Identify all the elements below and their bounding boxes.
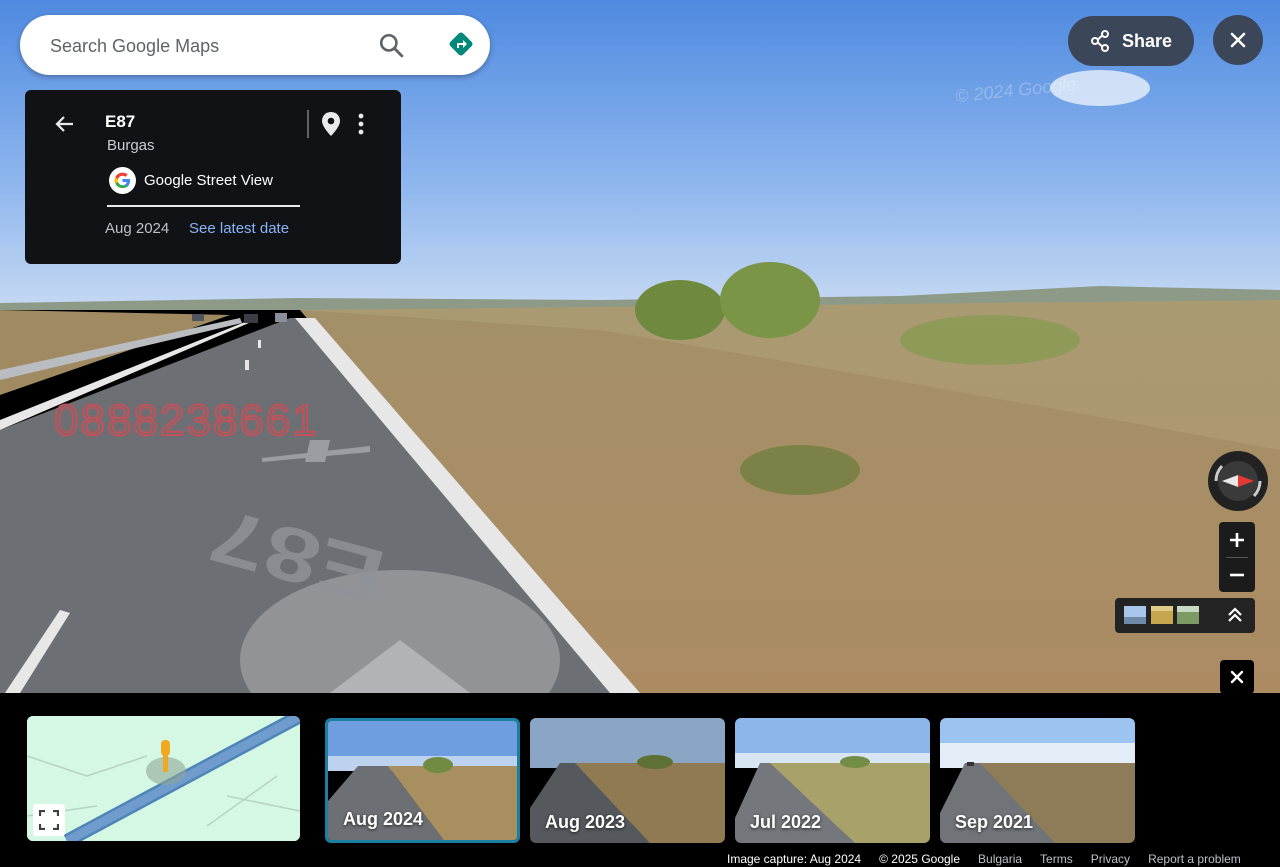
chevron-up-icon: [1228, 607, 1242, 622]
directions-icon[interactable]: [446, 29, 476, 59]
show-timeline-toggle[interactable]: [1115, 598, 1255, 633]
share-icon: [1090, 30, 1109, 52]
search-input[interactable]: [48, 29, 372, 63]
mini-map[interactable]: [27, 716, 300, 841]
see-latest-date-link[interactable]: See latest date: [189, 220, 289, 237]
country-link[interactable]: Bulgaria: [978, 852, 1022, 866]
share-button[interactable]: Share: [1068, 16, 1194, 66]
timeline-thumb-aug-2024[interactable]: Aug 2024: [325, 718, 520, 843]
location-info-card: E87 Burgas Google Street View Aug 2024 S…: [25, 90, 401, 264]
timeline-thumb-label: Aug 2023: [545, 812, 626, 832]
compass-icon: [1214, 461, 1262, 501]
zoom-controls: [1219, 522, 1255, 592]
report-problem-link[interactable]: Report a problem: [1148, 852, 1241, 866]
privacy-link[interactable]: Privacy: [1091, 852, 1130, 866]
zoom-out-button[interactable]: [1219, 557, 1255, 592]
terms-link[interactable]: Terms: [1040, 852, 1073, 866]
back-arrow-icon[interactable]: [53, 112, 77, 136]
timeline-thumb-aug-2023[interactable]: Aug 2023: [530, 718, 725, 843]
minus-icon: [1230, 573, 1244, 576]
timeline-thumb-label: Sep 2021: [955, 812, 1034, 832]
imagery-source: Google Street View: [109, 166, 273, 194]
imagery-source-label: Google Street View: [144, 171, 273, 189]
thumbnail-preview-1: [1124, 606, 1146, 624]
card-divider: [307, 110, 309, 138]
image-capture-date: Image capture: Aug 2024: [727, 852, 862, 866]
compass-control[interactable]: [1208, 451, 1268, 511]
location-title: E87: [105, 112, 136, 131]
timeline-thumb-label: Jul 2022: [750, 812, 822, 832]
plus-icon: [1230, 532, 1244, 547]
close-icon: [1230, 670, 1244, 684]
timeline-thumb-label: Aug 2024: [343, 809, 424, 829]
location-subtitle: Burgas: [107, 137, 155, 154]
timeline-thumb-sep-2021[interactable]: Sep 2021: [940, 718, 1135, 843]
search-icon[interactable]: [378, 32, 404, 58]
expand-map-button[interactable]: [33, 804, 65, 836]
close-timeline-button[interactable]: [1220, 660, 1254, 694]
copyright: © 2025 Google: [879, 852, 961, 866]
close-icon: [1230, 32, 1246, 48]
footer-bar: Image capture: Aug 2024 © 2025 Google Bu…: [727, 852, 1241, 866]
zoom-in-button[interactable]: [1219, 522, 1255, 557]
mini-map-graphic: [27, 716, 300, 841]
search-box: [20, 15, 490, 75]
share-label: Share: [1121, 30, 1173, 51]
source-underline: [107, 205, 300, 207]
google-logo-icon: [109, 166, 136, 194]
more-vert-icon[interactable]: [351, 110, 371, 138]
thumbnail-preview-2: [1151, 606, 1173, 624]
thumbnail-preview-3: [1177, 606, 1199, 624]
timeline-filmstrip: Aug 2024 Aug 2023 Jul 2022 Sep 2021 Imag…: [0, 693, 1280, 867]
pin-icon[interactable]: [319, 110, 343, 138]
capture-date: Aug 2024: [105, 220, 170, 237]
phone-number-watermark: 0888238661: [53, 395, 319, 446]
close-street-view-button[interactable]: [1213, 15, 1263, 65]
timeline-thumb-jul-2022[interactable]: Jul 2022: [735, 718, 930, 843]
expand-icon: [39, 810, 59, 830]
